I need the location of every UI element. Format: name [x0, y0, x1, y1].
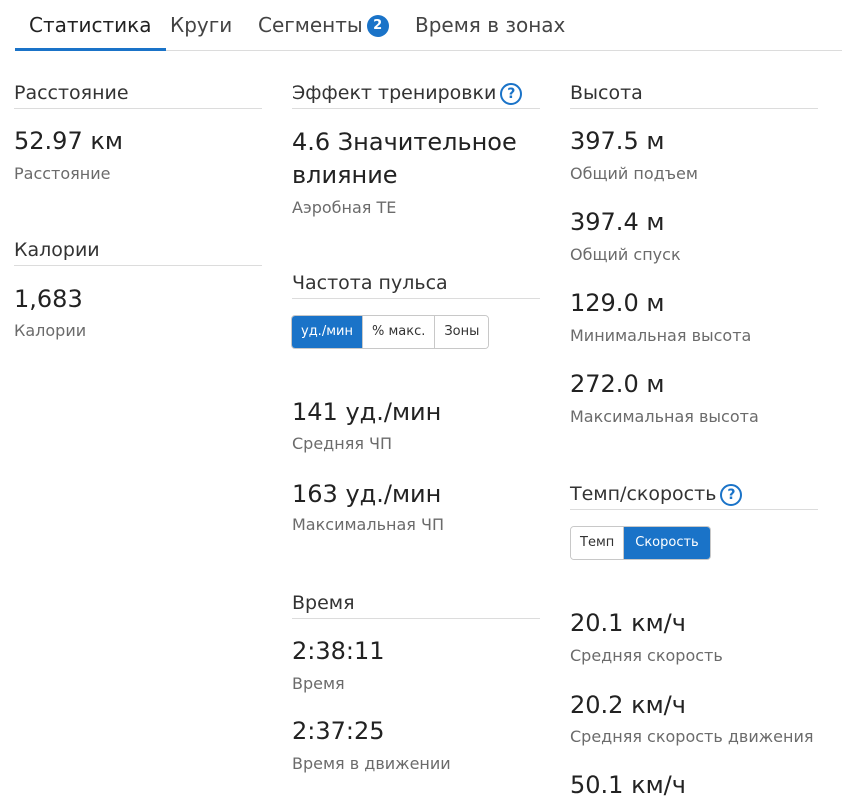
max-hr-label: Максимальная ЧП	[292, 515, 444, 534]
calories-value: 1,683	[14, 285, 83, 313]
tab-time-in-zones[interactable]: Время в зонах	[415, 0, 565, 48]
hr-bpm-button[interactable]: уд./мин	[292, 316, 363, 348]
tab-segments[interactable]: Сегменты 2	[258, 0, 389, 48]
distance-value: 52.97 км	[14, 127, 123, 155]
pace-speed-title-text: Темп/скорость	[570, 483, 717, 505]
total-time-value: 2:38:11	[292, 637, 385, 665]
avg-speed-value: 20.1 км/ч	[570, 609, 686, 637]
speed-button[interactable]: Скорость	[624, 527, 710, 559]
avg-speed-label: Средняя скорость	[570, 646, 723, 665]
elevation-gain-value: 397.5 м	[570, 127, 665, 155]
heart-rate-section-title: Частота пульса	[292, 270, 540, 299]
distance-section-title: Расстояние	[14, 80, 262, 109]
help-icon[interactable]: ?	[720, 484, 743, 506]
training-effect-section-title: Эффект тренировки?	[292, 80, 540, 109]
min-elevation-label: Минимальная высота	[570, 326, 752, 345]
elevation-loss-value: 397.4 м	[570, 208, 665, 236]
avg-hr-label: Средняя ЧП	[292, 434, 393, 453]
moving-time-label: Время в движении	[292, 754, 451, 773]
avg-hr-value: 141 уд./мин	[292, 398, 442, 426]
tab-label: Статистика	[29, 13, 152, 37]
distance-label: Расстояние	[14, 164, 111, 183]
max-elevation-label: Максимальная высота	[570, 407, 759, 426]
pace-speed-toggle: Темп Скорость	[570, 526, 711, 560]
tab-bar: Статистика Круги Сегменты 2 Время в зонах	[15, 0, 842, 51]
max-elevation-value: 272.0 м	[570, 370, 665, 398]
tab-statistics[interactable]: Статистика	[15, 0, 166, 51]
calories-label: Калории	[14, 321, 87, 340]
max-hr-value: 163 уд./мин	[292, 480, 442, 508]
help-icon[interactable]: ?	[500, 83, 523, 105]
calories-section-title: Калории	[14, 237, 262, 266]
training-effect-label: Аэробная TE	[292, 198, 397, 217]
heart-rate-unit-toggle: уд./мин % макс. Зоны	[291, 315, 490, 349]
avg-moving-speed-value: 20.2 км/ч	[570, 691, 686, 719]
elevation-gain-label: Общий подъем	[570, 164, 698, 183]
training-effect-title-text: Эффект тренировки	[292, 82, 497, 104]
moving-time-value: 2:37:25	[292, 717, 385, 745]
elevation-loss-label: Общий спуск	[570, 245, 681, 264]
pace-button[interactable]: Темп	[571, 527, 625, 559]
hr-percent-max-button[interactable]: % макс.	[362, 316, 436, 348]
tab-label: Время в зонах	[415, 13, 566, 37]
training-effect-value: 4.6 Значительное влияние	[292, 128, 517, 189]
segments-count-badge: 2	[366, 15, 389, 37]
avg-moving-speed-label: Средняя скорость движения	[570, 727, 814, 746]
max-speed-value: 50.1 км/ч	[570, 771, 686, 799]
pace-speed-section-title: Темп/скорость?	[570, 481, 818, 510]
tab-label: Сегменты	[258, 13, 363, 37]
time-section-title: Время	[292, 590, 540, 619]
elevation-section-title: Высота	[570, 80, 818, 109]
min-elevation-value: 129.0 м	[570, 289, 665, 317]
hr-zones-button[interactable]: Зоны	[435, 316, 489, 348]
tab-label: Круги	[170, 13, 233, 37]
tab-laps[interactable]: Круги	[170, 0, 232, 48]
total-time-label: Время	[292, 674, 345, 693]
